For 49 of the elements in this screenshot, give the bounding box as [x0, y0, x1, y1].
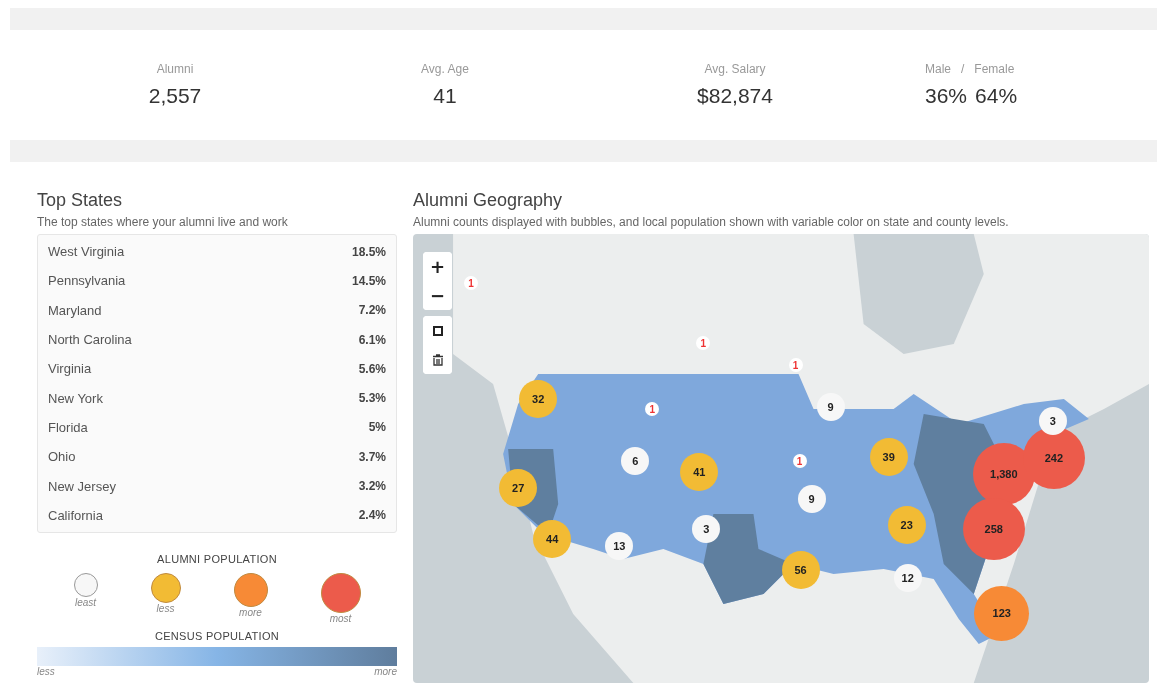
legend-label: least: [74, 596, 97, 608]
state-share: 7.2%: [358, 303, 386, 318]
section-title: Top States: [37, 190, 124, 211]
stat-value: 2,557: [148, 84, 202, 108]
stat-label: Avg. Salary: [704, 62, 766, 76]
legend-label: less: [156, 602, 175, 614]
polygon-draw-icon: [431, 324, 444, 337]
state-name: Maryland: [48, 302, 102, 318]
stat-value: 36%: [925, 84, 968, 108]
state-share: 5.3%: [358, 391, 386, 406]
state-share: 3.2%: [358, 479, 386, 493]
state-share: 14.5%: [351, 273, 386, 288]
legend-label: less: [37, 665, 55, 677]
state-share: 5.6%: [358, 361, 386, 376]
trash-icon: [431, 353, 444, 366]
state-name: Virginia: [48, 361, 92, 377]
legend-label: more: [239, 606, 262, 618]
stat-label: Female: [974, 62, 1015, 76]
legend-circle: [233, 572, 268, 607]
state-share: 2.4%: [358, 508, 386, 523]
legend-label: most: [329, 612, 352, 624]
legend-circle: [73, 572, 98, 597]
state-name: North Carolina: [48, 332, 132, 348]
state-name: West Virginia: [48, 244, 125, 260]
legend-title: ALUMNI POPULATION: [156, 552, 278, 565]
stat-value: $82,874: [697, 84, 773, 108]
state-name: Pennsylvania: [48, 273, 126, 289]
legend-title: CENSUS POPULATION: [153, 629, 281, 642]
stat-label: Male: [925, 62, 951, 76]
state-share: 5%: [368, 420, 386, 435]
stat-value: 41: [433, 84, 457, 108]
section-title: Alumni Geography: [413, 190, 564, 211]
state-name: New York: [48, 390, 103, 406]
state-share: 3.7%: [358, 449, 386, 464]
legend-label: more: [374, 665, 397, 677]
stat-label: Avg. Age: [421, 62, 469, 76]
state-share: 18.5%: [351, 244, 386, 259]
state-name: California: [48, 507, 103, 523]
state-share: 6.1%: [358, 332, 386, 347]
section-subtitle: The top states where your alumni live and work: [37, 215, 289, 229]
state-name: Ohio: [48, 449, 76, 465]
stat-label: /: [961, 62, 965, 76]
state-name: Florida: [48, 419, 88, 435]
count-bubble[interactable]: 27: [499, 469, 538, 507]
legend-circle: [150, 572, 181, 603]
stat-value: 64%: [975, 84, 1018, 108]
state-name: New Jersey: [48, 478, 116, 494]
stat-label: Alumni: [156, 62, 194, 76]
section-subtitle: Alumni counts displayed with bubbles, and local population shown with variable color on state and county levels.: [413, 215, 1010, 229]
